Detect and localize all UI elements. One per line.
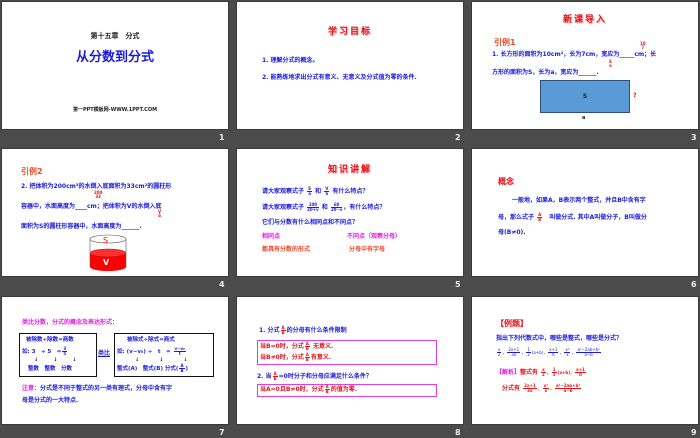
expression: x2	[541, 367, 546, 377]
difference-label: 不同点（观察分母）	[347, 233, 402, 240]
expression: a²−2ab+b² a−b	[554, 383, 582, 393]
concept-label: 概念	[498, 177, 514, 186]
slide-title: 学习目标	[327, 27, 372, 37]
problem-line: 1. 长方形的面积为10cm²，长为7cm，宽应为_____cm；长	[492, 51, 657, 58]
footer-text: 第一PPT模板网-WWW.1PPT.COM	[72, 107, 158, 113]
algebraic-analogy-box: 被除式÷除式=商式 如: (v−v₀) ÷ t = v−v₀ t ↓ ↓ ↓ 整式…	[114, 333, 214, 377]
slide-thumbnail-9[interactable]: 【例题】 指出下列代数式中，哪些是整式，哪些是分式？ x 2， 2x+1 3x， 1 2(…	[472, 297, 698, 424]
answer-line: 当B=0时，分式 A B 无意义.	[260, 341, 334, 351]
slide-title: 知识讲解	[327, 165, 372, 175]
answer-box: 当B=0时，分式 A B 无意义. 当B≠0时，分式 A B 有意义.	[257, 340, 437, 365]
slide-thumbnail-1[interactable]: 第十五章 分式 从分数到分式 第一PPT模板网-WWW.1PPT.COM	[2, 2, 228, 129]
objective-item: 2. 能熟练地求出分式有意义、无意义及分式值为零的条件.	[262, 74, 417, 81]
rectangle-diagram: S	[540, 80, 630, 113]
answer-line: 当B≠0时，分式 A B 有意义.	[260, 352, 332, 362]
expression: (a+b)，	[531, 350, 548, 355]
similarity-text: 都具有分数的形式	[262, 246, 311, 253]
slide-number: 7	[219, 428, 225, 437]
fractional-expressions: 分式有 2x+1 3x， x² x， a²−2ab+b² a−b	[502, 383, 582, 393]
chapter-label: 第十五章 分式	[90, 32, 140, 40]
expression: x+1 π	[575, 367, 586, 377]
note-line: 注意：分式是不同于整式的另一类有理式，分母中含有字	[22, 385, 173, 392]
area-label: S	[582, 93, 588, 100]
difference-text: 分母中有字母	[349, 246, 386, 253]
note-line: 母是分式的一大特点.	[22, 397, 79, 404]
example-title: 【例题】	[496, 319, 528, 328]
slide-title: 从分数到分式	[75, 50, 154, 65]
answer-box: 当A=0且B≠0时，分式 A B 的值为零.	[257, 384, 437, 397]
slide-thumbnail-7[interactable]: 类比分数，分式的概念及表达形式： 被除数÷除数=商数 如: 3 ÷ 5 = 3 5 …	[2, 297, 228, 424]
problem-line: 面积为S的圆柱形容器中，水面高度为______.	[21, 223, 142, 230]
slide-thumbnail-4[interactable]: 引例2 2. 把体积为200cm³的水倒入底面积为33cm²的圆柱形 200 33…	[2, 149, 228, 276]
expression: 2x+1 3x	[523, 383, 537, 393]
example-label: 引例2	[21, 167, 43, 176]
base-area-label: S	[103, 236, 109, 245]
expression-list: x 2， 2x+1 3x， 1 2 (a+b)， x+1 π， x² x， a²−2ab+b² a−b	[497, 347, 601, 357]
answer-fraction: VS	[158, 209, 162, 218]
answer-fraction: 10 7	[640, 41, 646, 50]
answer-fraction: Sa	[609, 59, 612, 68]
answer-fraction: 200 33	[94, 190, 103, 199]
slide-number: 2	[455, 133, 461, 142]
heading: 类比分数，分式的概念及表达形式：	[22, 319, 119, 326]
box-row: 被除数÷除数=商数	[26, 337, 74, 343]
definition-line: 母(B≠0).	[498, 229, 526, 236]
integral-expressions: 【解析】整式有 x 2， 1 2 (a+b)， x+1 π	[496, 367, 586, 377]
problem-line: 容器中，水面高度为____cm；把体积为V的水倒入底	[21, 203, 162, 210]
expression: 12	[551, 367, 557, 377]
box-row: 整式(A) 整式(B) 分式(A B)	[117, 363, 189, 373]
box-row: 整数 整数 分数	[28, 366, 73, 372]
answer-line: 当A=0且B≠0时，分式 A B 的值为零.	[260, 384, 358, 394]
definition-line: 母，那么式子 AB 叫做分式. 其中A叫做分子，B叫做分	[498, 212, 647, 222]
question: 指出下列代数式中，哪些是整式，哪些是分式？	[496, 335, 623, 342]
expression: x² x	[542, 383, 549, 393]
slide-title: 新课导入	[562, 15, 607, 25]
expression: x² x	[564, 347, 571, 357]
question-line: 请大家观察式子 Sa 和 VS 有什么特点？	[262, 186, 369, 196]
question-line: 请大家观察式子 100 20+v 和 60 20−v ，有什么特点？	[262, 202, 386, 212]
expression: 12	[526, 347, 531, 357]
analogy-label: 类比	[98, 350, 111, 357]
expression: a²−2ab+b² a−b	[576, 347, 601, 357]
slide-number: 3	[691, 133, 697, 142]
slide-number: 1	[219, 133, 225, 142]
slide-thumbnail-2[interactable]: 学习目标 1. 理解分式的概念。 2. 能熟练地求出分式有意义、无意义及分式值为…	[237, 2, 463, 129]
width-label: ?	[633, 92, 637, 99]
question-line: 2. 当 A B =0时分子和分母应满足什么条件？	[257, 371, 372, 381]
example-label: 引例1	[494, 38, 516, 47]
objective-item: 1. 理解分式的概念。	[262, 57, 319, 64]
definition-line: 一般地，如果A，B表示两个整式，并且B中含有字	[512, 197, 646, 204]
similarity-label: 相同点	[262, 233, 281, 240]
expression: (a+b)，	[557, 370, 575, 375]
length-label: a	[582, 115, 586, 121]
volume-label: V	[103, 258, 110, 267]
expression: x2	[497, 347, 502, 357]
expression: x+1 π	[548, 347, 559, 357]
expression: 2x+1 3x	[507, 347, 521, 357]
question-line: 它们与分数有什么相同点和不同点？	[262, 219, 359, 226]
slide-thumbnail-3[interactable]: 新课导入 引例1 10 7 1. 长方形的面积为10cm²，长为7cm，宽应为__…	[472, 2, 698, 129]
slide-number: 4	[219, 280, 225, 289]
box-row: 被除式÷除式=商式	[127, 337, 175, 343]
slide-number: 6	[691, 280, 697, 289]
fraction-analogy-box: 被除数÷除数=商数 如: 3 ÷ 5 = 3 5 ↓ ↓ ↓ 整数 整数 分数	[19, 333, 97, 377]
slide-number: 5	[455, 280, 461, 289]
slide-thumbnail-6[interactable]: 概念 一般地，如果A，B表示两个整式，并且B中含有字 母，那么式子 AB 叫做分…	[472, 149, 698, 276]
question-line: 1. 分式 A B 的分母有什么条件限制	[259, 325, 347, 335]
slide-number: 8	[455, 428, 461, 437]
arrows: ↓ ↓ ↓	[34, 357, 77, 363]
slide-thumbnail-8[interactable]: 1. 分式 A B 的分母有什么条件限制 当B=0时，分式 A B 无意义. 当B≠0时，…	[237, 297, 463, 424]
slide-thumbnail-5[interactable]: 知识讲解 请大家观察式子 Sa 和 VS 有什么特点？ 请大家观察式子 100 2…	[237, 149, 463, 276]
slide-number: 9	[691, 428, 697, 437]
problem-line: 方形的面积为S，长为a，宽应为______.	[492, 69, 599, 76]
